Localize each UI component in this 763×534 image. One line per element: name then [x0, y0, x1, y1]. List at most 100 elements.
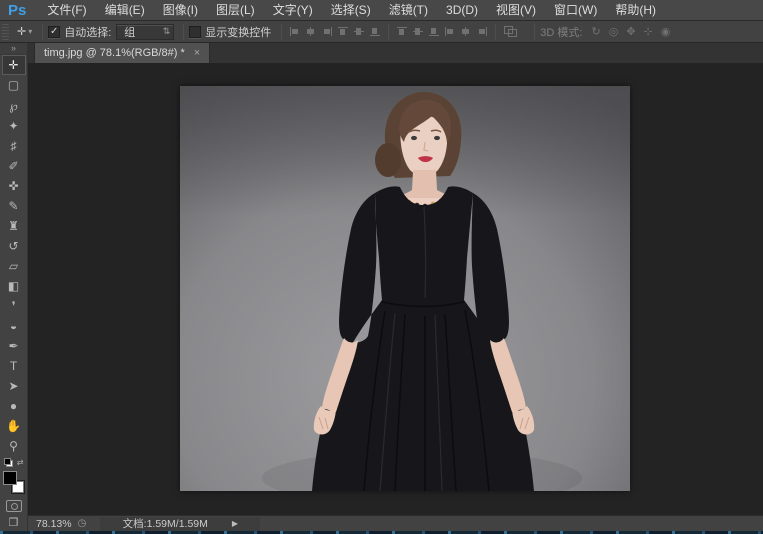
separator — [495, 24, 496, 40]
menu-bar: Ps 文件(F) 编辑(E) 图像(I) 图层(L) 文字(Y) 选择(S) 滤… — [0, 0, 763, 21]
screen-mode-button[interactable]: ❐ — [9, 516, 19, 531]
type-tool[interactable]: T — [2, 356, 26, 376]
status-flyout-arrow-icon[interactable]: ▶ — [232, 519, 238, 528]
tool-preset-picker[interactable]: ✛ ▾ — [12, 24, 37, 39]
quick-mask-button[interactable] — [6, 500, 22, 512]
spinner-icon: ⇅ — [163, 26, 171, 37]
distribute-bottom-edges-icon[interactable] — [428, 26, 440, 37]
document-image[interactable] — [180, 86, 630, 491]
type-icon: T — [10, 359, 17, 373]
options-bar-grip[interactable] — [2, 24, 9, 40]
auto-select-label: 自动选择: — [64, 24, 111, 40]
hand-tool[interactable]: ✋ — [2, 416, 26, 436]
history-brush-tool[interactable]: ↺ — [2, 236, 26, 256]
healing-brush-icon: ✜ — [8, 179, 18, 193]
separator — [42, 24, 43, 40]
3d-roll-camera-icon[interactable]: ◎ — [609, 25, 619, 38]
tools-panel: » ✛ ▢ ℘ ✦ ♯ ✐ ✜ ✎ ♜ ↺ ▱ ◧ ❜ ◒ ✒ T ➤ ● ✋ … — [0, 43, 28, 531]
color-swatches — [2, 471, 26, 496]
canvas-area[interactable] — [28, 63, 763, 515]
align-left-edges-icon[interactable] — [289, 26, 301, 37]
distribute-top-edges-icon[interactable] — [396, 26, 408, 37]
zoom-tool[interactable]: ⚲ — [2, 436, 26, 456]
distribute-left-edges-icon[interactable] — [444, 26, 456, 37]
history-brush-icon: ↺ — [8, 239, 18, 253]
path-selection-tool[interactable]: ➤ — [2, 376, 26, 396]
pen-tool[interactable]: ✒ — [2, 336, 26, 356]
rectangular-marquee-tool[interactable]: ▢ — [2, 75, 26, 95]
menu-layer[interactable]: 图层(L) — [207, 0, 264, 20]
lasso-tool[interactable]: ℘ — [2, 96, 26, 116]
pen-icon: ✒ — [8, 339, 18, 353]
auto-select-checkbox[interactable]: ✓ — [48, 26, 60, 38]
marquee-icon: ▢ — [8, 78, 19, 92]
blur-drop-icon: ❜ — [12, 299, 16, 313]
eyedropper-icon: ✐ — [8, 159, 18, 173]
3d-slide-camera-icon[interactable]: ⊹ — [644, 25, 653, 38]
status-bar: 78.13% ◷ 文档:1.59M/1.59M ▶ — [28, 515, 763, 531]
menu-window[interactable]: 窗口(W) — [545, 0, 606, 20]
menu-view[interactable]: 视图(V) — [487, 0, 545, 20]
crop-icon: ♯ — [11, 139, 17, 153]
auto-select-target-dropdown[interactable]: 组 ⇅ — [116, 24, 174, 40]
align-right-edges-icon[interactable] — [321, 26, 333, 37]
status-clock-icon: ◷ — [78, 518, 87, 529]
chevron-down-icon: ▾ — [28, 27, 32, 36]
auto-align-layers-icon[interactable] — [504, 26, 517, 37]
align-vertical-centers-icon[interactable] — [353, 26, 365, 37]
document-info[interactable]: 文档:1.59M/1.59M ▶ — [100, 517, 260, 531]
auto-select-target-value: 组 — [124, 24, 135, 40]
foreground-color-swatch[interactable] — [3, 471, 17, 485]
clone-stamp-icon: ♜ — [8, 219, 19, 233]
brush-tool[interactable]: ✎ — [2, 196, 26, 216]
menu-select[interactable]: 选择(S) — [322, 0, 380, 20]
photoshop-logo: Ps — [0, 2, 38, 19]
distribute-horizontal-centers-icon[interactable] — [460, 26, 472, 37]
eraser-tool[interactable]: ▱ — [2, 256, 26, 276]
tools-panel-collapse[interactable]: » — [0, 43, 27, 55]
move-tool-icon: ✛ — [17, 25, 26, 38]
3d-rotate-camera-icon[interactable]: ↻ — [591, 25, 600, 38]
spot-healing-brush-tool[interactable]: ✜ — [2, 176, 26, 196]
crop-tool[interactable]: ♯ — [2, 136, 26, 156]
show-transform-checkbox[interactable] — [189, 26, 201, 38]
path-select-icon: ➤ — [8, 379, 18, 393]
gradient-tool[interactable]: ◧ — [2, 276, 26, 296]
menu-help[interactable]: 帮助(H) — [606, 0, 665, 20]
photo-woman-in-black-dress — [180, 86, 630, 491]
document-tab[interactable]: timg.jpg @ 78.1%(RGB/8#) * × — [34, 43, 210, 63]
document-size-label: 文档:1.59M/1.59M — [123, 516, 208, 531]
brush-icon: ✎ — [8, 199, 18, 213]
clone-stamp-tool[interactable]: ♜ — [2, 216, 26, 236]
align-top-edges-icon[interactable] — [337, 26, 349, 37]
menu-type[interactable]: 文字(Y) — [264, 0, 322, 20]
show-transform-label: 显示变换控件 — [205, 24, 271, 40]
magic-wand-icon: ✦ — [8, 119, 18, 133]
eyedropper-tool[interactable]: ✐ — [2, 156, 26, 176]
menu-3d[interactable]: 3D(D) — [437, 0, 487, 20]
blur-tool[interactable]: ❜ — [2, 296, 26, 316]
align-bottom-edges-icon[interactable] — [369, 26, 381, 37]
quick-selection-tool[interactable]: ✦ — [2, 116, 26, 136]
move-tool[interactable]: ✛ — [2, 55, 26, 75]
distribute-vertical-centers-icon[interactable] — [412, 26, 424, 37]
distribute-right-edges-icon[interactable] — [476, 26, 488, 37]
lasso-icon: ℘ — [9, 99, 17, 113]
swap-colors-icon[interactable]: ⇄ — [17, 458, 24, 467]
menu-filter[interactable]: 滤镜(T) — [380, 0, 437, 20]
default-colors-icon[interactable] — [4, 458, 13, 467]
3d-pan-camera-icon[interactable]: ✥ — [626, 25, 635, 38]
3d-mode-label: 3D 模式: — [540, 24, 582, 40]
dodge-tool[interactable]: ◒ — [2, 316, 26, 336]
menu-edit[interactable]: 编辑(E) — [96, 0, 154, 20]
3d-zoom-camera-icon[interactable]: ◉ — [661, 25, 671, 38]
align-horizontal-centers-icon[interactable] — [305, 26, 317, 37]
ellipse-icon: ● — [10, 399, 17, 413]
menu-image[interactable]: 图像(I) — [154, 0, 207, 20]
move-icon: ✛ — [8, 58, 18, 72]
ellipse-tool[interactable]: ● — [2, 396, 26, 416]
zoom-level-field[interactable]: 78.13% — [28, 518, 78, 530]
menu-file[interactable]: 文件(F) — [38, 0, 95, 20]
close-icon[interactable]: × — [194, 48, 200, 59]
dodge-icon: ◒ — [10, 319, 17, 333]
